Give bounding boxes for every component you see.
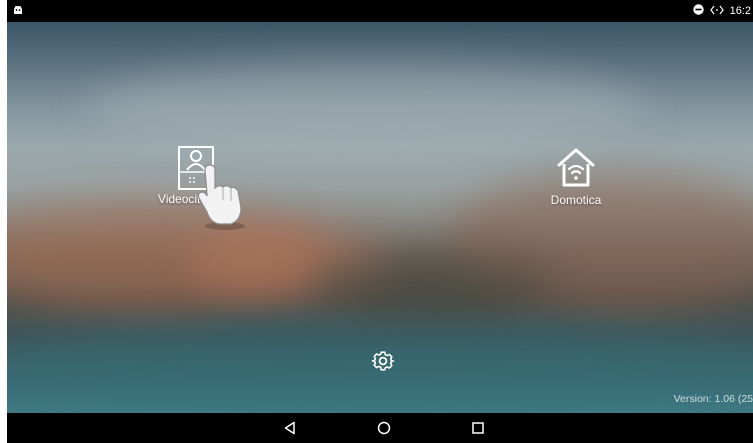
recents-icon[interactable] <box>458 413 498 443</box>
device-screen: 16:2 Videocitofonia Domotica Version: 1.… <box>7 0 753 443</box>
app-label-domotica: Domotica <box>550 193 602 207</box>
app-domotica[interactable]: Domotica <box>536 147 616 207</box>
home-icon[interactable] <box>364 413 404 443</box>
android-icon <box>13 5 23 19</box>
tap-hand-icon <box>195 164 247 235</box>
minus-circle-icon <box>692 4 704 18</box>
code-brackets-icon <box>709 5 724 18</box>
navigation-bar <box>7 413 753 443</box>
status-time: 16:2 <box>729 5 751 17</box>
smart-home-wifi-icon <box>536 147 616 193</box>
back-icon[interactable] <box>270 413 310 443</box>
status-bar: 16:2 <box>7 0 753 22</box>
version-label: Version: 1.06 (25 <box>673 393 753 405</box>
gear-icon[interactable] <box>371 349 395 378</box>
